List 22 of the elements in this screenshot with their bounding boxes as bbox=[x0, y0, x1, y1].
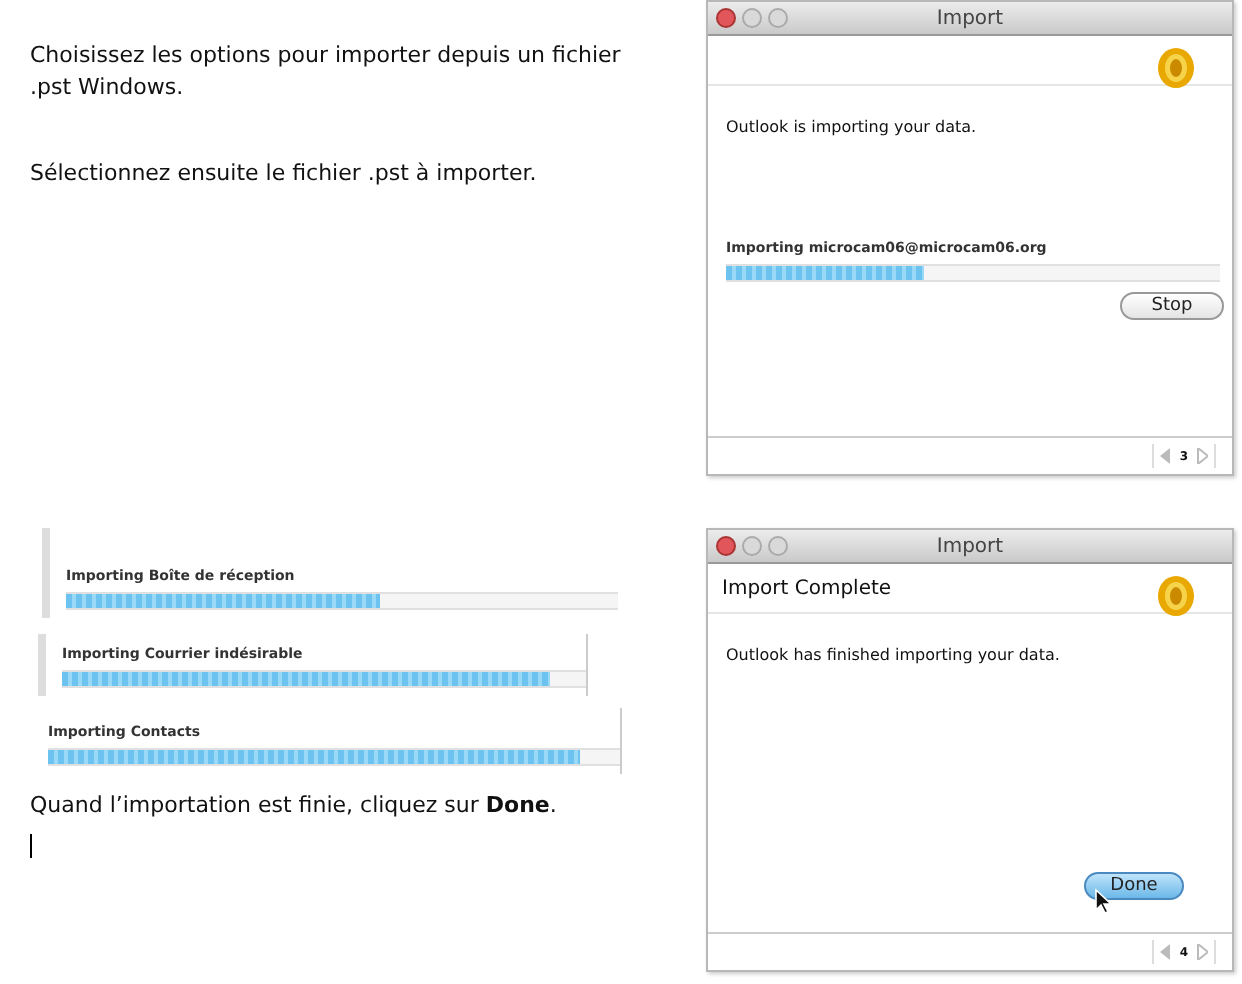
previous-icon[interactable] bbox=[1159, 448, 1172, 464]
previous-icon[interactable] bbox=[1159, 944, 1172, 960]
text-cursor-icon bbox=[30, 834, 32, 858]
logo-icon bbox=[1156, 574, 1196, 618]
dialog-heading: Import Complete bbox=[722, 577, 892, 599]
close-icon[interactable] bbox=[716, 536, 736, 556]
zoom-icon[interactable] bbox=[768, 536, 788, 556]
stop-button[interactable]: Stop bbox=[1120, 292, 1224, 320]
pointer-icon bbox=[1094, 888, 1112, 914]
next-icon[interactable] bbox=[1196, 944, 1208, 960]
status-message: Outlook is importing your data. bbox=[726, 118, 979, 136]
next-icon[interactable] bbox=[1196, 448, 1208, 464]
status-message: Outlook has finished importing your data. bbox=[726, 646, 1062, 664]
close-icon[interactable] bbox=[716, 8, 736, 28]
zoom-icon[interactable] bbox=[768, 8, 788, 28]
instruction-text: Sélectionnez ensuite le fichier .pst à importer. bbox=[30, 158, 539, 190]
instruction-text: Choisissez les options pour importer depuis un fichier .pst Windows. bbox=[30, 40, 623, 104]
done-button[interactable]: Done bbox=[1084, 872, 1184, 900]
window-title: Import bbox=[934, 535, 1006, 557]
logo-icon bbox=[1156, 46, 1196, 90]
instruction-text: Quand l’importation est finie, cliquez sur Done. bbox=[30, 790, 559, 822]
window-title: Import bbox=[934, 7, 1006, 29]
